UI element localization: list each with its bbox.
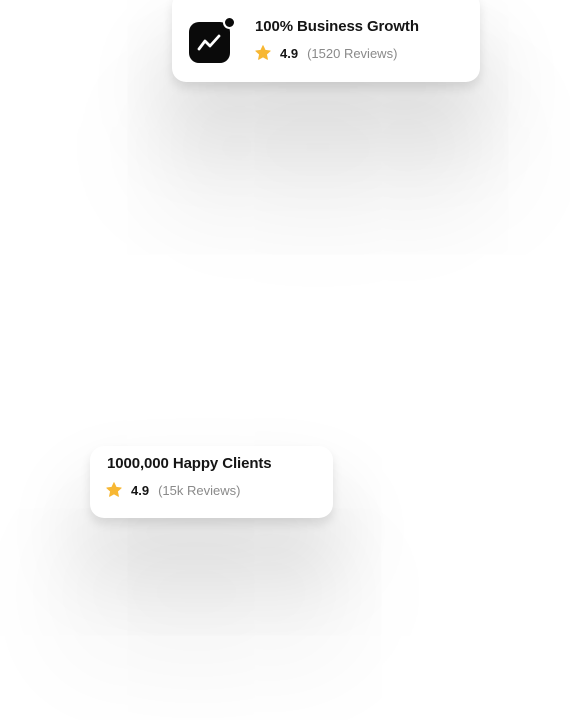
clients-rating-row: 4.9 (15k Reviews) [105,481,240,499]
growth-rating-row: 4.9 (1520 Reviews) [254,44,397,62]
growth-review-count: (1520 Reviews) [307,45,398,61]
star-icon [255,45,271,60]
clients-title: 1000,000 Happy Clients [107,455,272,472]
trending-up-icon [189,22,230,63]
growth-title: 100% Business Growth [255,18,419,35]
business-growth-card: 100% Business Growth 4.9 (1520 Reviews) [172,0,480,82]
clients-review-count: (15k Reviews) [158,482,241,498]
clients-rating-value: 4.9 [131,482,150,498]
happy-clients-card: 1000,000 Happy Clients 4.9 (15k Reviews) [90,446,333,518]
star-icon [106,482,122,497]
notification-dot [223,16,236,29]
growth-rating-value: 4.9 [280,45,299,61]
